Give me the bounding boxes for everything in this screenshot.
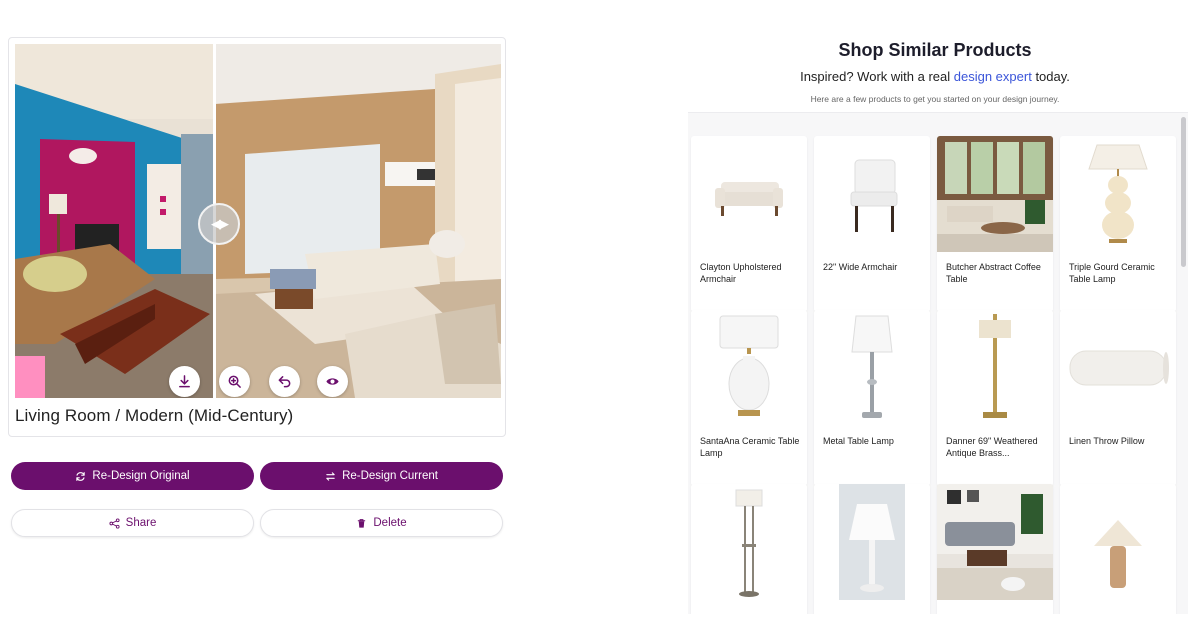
product-name: Triple Gourd Ceramic Table Lamp bbox=[1069, 262, 1155, 284]
before-after-comparison[interactable]: ◀▶ bbox=[15, 44, 501, 398]
product-grid-scrollbar[interactable] bbox=[1181, 117, 1186, 267]
product-card[interactable] bbox=[1060, 484, 1176, 614]
trash-icon bbox=[358, 518, 366, 528]
product-card[interactable]: Butcher Abstract Coffee Table bbox=[937, 136, 1053, 312]
product-card[interactable] bbox=[937, 484, 1053, 614]
swap-arrows-icon bbox=[326, 471, 335, 481]
product-image bbox=[691, 136, 807, 252]
shop-title: Shop Similar Products bbox=[838, 40, 1032, 60]
eye-icon bbox=[326, 378, 339, 385]
product-card[interactable]: Metal Table Lamp bbox=[814, 310, 930, 486]
product-card[interactable] bbox=[691, 484, 807, 614]
product-card[interactable]: Danner 69" Weathered Antique Brass... bbox=[937, 310, 1053, 486]
preview-button[interactable] bbox=[317, 366, 348, 397]
product-name: Linen Throw Pillow bbox=[1069, 436, 1145, 446]
product-card[interactable]: Triple Gourd Ceramic Table Lamp bbox=[1060, 136, 1176, 312]
product-image bbox=[937, 136, 1053, 252]
product-card[interactable]: Linen Throw Pillow bbox=[1060, 310, 1176, 486]
product-image bbox=[691, 310, 807, 426]
redesign-original-label: Re-Design Original bbox=[92, 470, 190, 482]
product-image bbox=[814, 136, 930, 252]
refresh-icon bbox=[76, 471, 86, 481]
shop-subtitle-end: today. bbox=[1031, 69, 1070, 84]
zoom-in-icon bbox=[228, 375, 241, 388]
slider-arrows-icon: ◀▶ bbox=[211, 216, 229, 231]
delete-button[interactable]: Delete bbox=[260, 509, 503, 537]
redesign-original-button[interactable]: Re-Design Original bbox=[11, 462, 254, 490]
shop-subtitle-text: Inspired? Work with a real bbox=[800, 69, 954, 84]
delete-label: Delete bbox=[373, 517, 407, 529]
product-name: SantaAna Ceramic Table Lamp bbox=[700, 436, 800, 458]
room-comparison-image bbox=[15, 44, 501, 398]
share-label: Share bbox=[125, 517, 157, 529]
product-name: Metal Table Lamp bbox=[823, 436, 894, 446]
comparison-slider-handle[interactable]: ◀▶ bbox=[198, 203, 240, 245]
design-card: ◀▶ Living Room / Modern (Mid-Century) bbox=[8, 37, 506, 437]
share-icon bbox=[109, 517, 120, 529]
product-card[interactable]: Clayton Upholstered Armchair bbox=[691, 136, 807, 312]
redesign-current-button[interactable]: Re-Design Current bbox=[260, 462, 503, 490]
product-grid[interactable]: Clayton Upholstered Armchair 22" Wide Ar… bbox=[688, 112, 1188, 614]
shop-subtitle: Inspired? Work with a real design expert… bbox=[690, 69, 1180, 84]
zoom-button[interactable] bbox=[219, 366, 250, 397]
download-icon bbox=[179, 375, 190, 388]
product-image bbox=[937, 484, 1053, 600]
product-image bbox=[814, 484, 930, 600]
share-button[interactable]: Share bbox=[11, 509, 254, 537]
product-image bbox=[691, 484, 807, 600]
product-image bbox=[1060, 136, 1176, 252]
product-image bbox=[937, 310, 1053, 426]
product-name: Butcher Abstract Coffee Table bbox=[946, 262, 1041, 284]
product-card[interactable] bbox=[814, 484, 930, 614]
product-card[interactable]: 22" Wide Armchair bbox=[814, 136, 930, 312]
redesign-current-label: Re-Design Current bbox=[342, 470, 438, 482]
download-button[interactable] bbox=[169, 366, 200, 397]
design-expert-link[interactable]: design expert bbox=[954, 69, 1032, 84]
room-style-title: Living Room / Modern (Mid-Century) bbox=[15, 406, 294, 425]
product-name: Clayton Upholstered Armchair bbox=[700, 262, 782, 284]
undo-button[interactable] bbox=[269, 366, 300, 397]
product-card[interactable]: SantaAna Ceramic Table Lamp bbox=[691, 310, 807, 486]
shop-note: Here are a few products to get you start… bbox=[810, 94, 1060, 104]
product-name: 22" Wide Armchair bbox=[823, 262, 898, 272]
product-image bbox=[1060, 484, 1176, 600]
product-name: Danner 69" Weathered Antique Brass... bbox=[946, 436, 1038, 458]
undo-icon bbox=[278, 376, 291, 388]
product-image bbox=[1060, 310, 1176, 426]
product-image bbox=[814, 310, 930, 426]
